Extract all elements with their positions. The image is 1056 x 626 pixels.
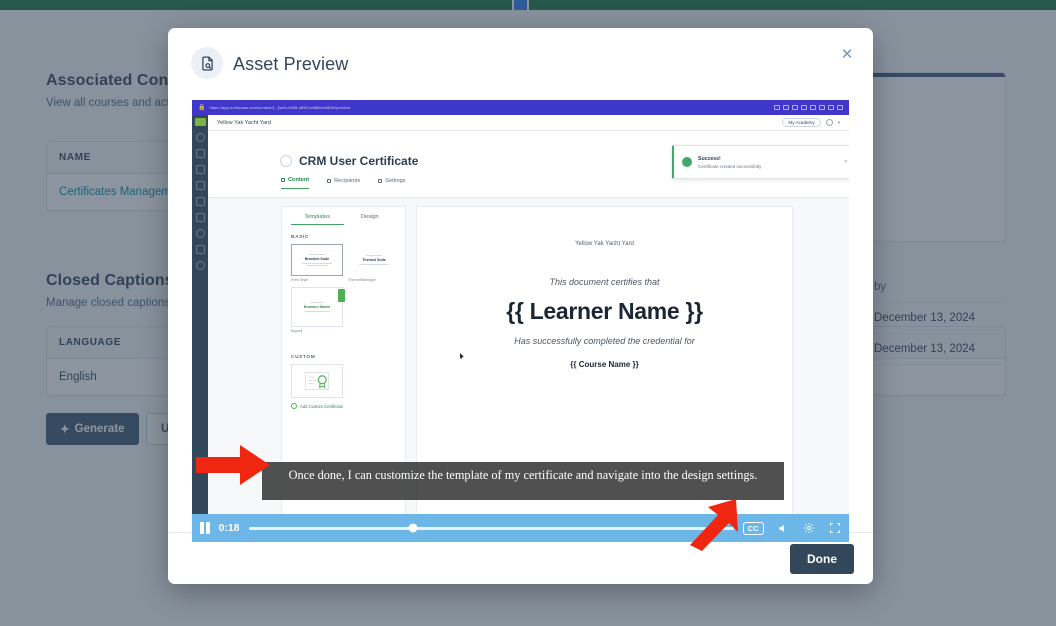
tab-recipients-label: Recipients — [334, 177, 361, 184]
current-time: 0:18 — [218, 522, 240, 534]
check-circle-icon — [682, 157, 692, 167]
progress-scrubber[interactable] — [248, 523, 734, 533]
add-custom-certificate-button[interactable]: Add Custom Certificate — [291, 403, 396, 409]
volume-icon[interactable] — [778, 523, 789, 534]
selected-template-badge — [338, 289, 345, 302]
video-page-title-row: CRM User Certificate — [280, 154, 418, 168]
template-2-name: Themed Suite — [362, 258, 386, 262]
progress-handle[interactable] — [408, 523, 418, 533]
plus-circle-icon — [291, 403, 297, 409]
asset-preview-modal: Asset Preview ✕ 🔒 https://app.northpass.… — [168, 28, 873, 584]
certificate-line-1: This document certifies that — [549, 277, 660, 287]
topnav-right: My Academy ▾ — [782, 118, 840, 127]
tab-settings-label: Settings — [385, 177, 406, 184]
modal-header: Asset Preview ✕ — [168, 28, 873, 104]
template-panel-tabs: Templates Design — [291, 207, 396, 225]
template-card-3[interactable]: Brandon Marks Bignell — [291, 287, 396, 333]
expand-icon — [837, 105, 843, 110]
template-3-caption: Bignell — [291, 329, 303, 333]
tab-recipients[interactable]: Recipients — [327, 177, 360, 189]
my-academy-button[interactable]: My Academy — [782, 118, 821, 127]
reports-icon — [195, 197, 205, 206]
page-title: Asset Preview — [233, 54, 349, 74]
video-app-topnav: Yellow Yak Yacht Yard My Academy ▾ — [208, 115, 849, 131]
search-icon — [195, 133, 205, 142]
lock-icon: 🔒 — [198, 105, 206, 111]
red-arrow-right — [196, 443, 272, 492]
certificate-organization: Yellow Yak Yacht Yard — [575, 241, 634, 247]
template-card-1[interactable]: Branded Suite Free Style — [291, 244, 343, 282]
tab-settings[interactable]: Settings — [378, 177, 405, 189]
video-player[interactable]: 🔒 https://app.northpass.com/content/[...… — [192, 100, 849, 542]
pause-icon[interactable] — [200, 522, 210, 534]
library-icon — [195, 213, 205, 222]
tab-templates[interactable]: Templates — [291, 207, 344, 225]
video-browser-urlbar: 🔒 https://app.northpass.com/content/[...… — [192, 100, 849, 115]
screen: Associated Content View all courses and … — [0, 0, 1056, 626]
template-3-name: Brandon Marks — [303, 305, 331, 309]
document-preview-icon — [191, 47, 223, 79]
add-custom-label: Add Custom Certificate — [300, 403, 344, 409]
close-icon[interactable]: ✕ — [836, 43, 858, 65]
clock-icon — [195, 229, 205, 238]
settings-tab-icon — [378, 178, 383, 183]
edit-icon — [774, 105, 780, 110]
template-thumb-1[interactable]: Branded Suite — [291, 244, 343, 276]
settings-icon — [819, 105, 825, 110]
red-arrow-up-right — [680, 497, 750, 558]
grid-icon — [792, 105, 798, 110]
video-browser-toolbar-icons — [774, 105, 843, 110]
home-icon — [195, 149, 205, 158]
done-button[interactable]: Done — [790, 544, 854, 574]
template-card-2[interactable]: Themed Suite Theme/Manager — [348, 244, 400, 282]
avatar[interactable] — [825, 119, 833, 126]
record-icon — [810, 105, 816, 110]
certificate-icon — [195, 245, 205, 254]
certificate-learner-name: {{ Learner Name }} — [506, 298, 703, 324]
org-name: Yellow Yak Yacht Yard — [217, 119, 271, 126]
bookmark-icon — [783, 105, 789, 110]
template-1-name: Branded Suite — [304, 256, 330, 261]
basic-section-header: BASIC — [291, 235, 309, 240]
tab-content[interactable]: Content — [281, 177, 310, 189]
custom-certificate-icon — [304, 372, 330, 390]
back-icon[interactable] — [280, 155, 292, 167]
recipients-icon — [327, 178, 332, 183]
basic-template-grid: Branded Suite Free Style Themed Suite Th… — [291, 244, 400, 282]
tab-content-label: Content — [288, 177, 310, 183]
certificate-page-title: CRM User Certificate — [299, 154, 419, 168]
toast-title: Success! — [698, 155, 721, 162]
app-logo-icon — [194, 118, 206, 126]
video-control-bar: 0:18 CC — [192, 514, 849, 542]
certificate-course-name: {{ Course Name }} — [570, 360, 639, 369]
custom-section-header: CUSTOM — [291, 355, 316, 360]
chevron-down-icon[interactable]: ▾ — [838, 120, 840, 126]
window-icon — [828, 105, 834, 110]
tab-design[interactable]: Design — [344, 207, 397, 225]
template-1-caption: Free Style — [291, 278, 309, 282]
content-icon — [281, 178, 285, 182]
courses-icon — [195, 181, 205, 190]
template-thumb-2[interactable]: Themed Suite — [348, 244, 400, 276]
video-page-tabs: Content Recipients Settings — [281, 177, 405, 189]
template-thumb-3[interactable]: Brandon Marks — [291, 287, 345, 327]
control-bar-right: CC — [742, 521, 841, 535]
template-2-caption: Theme/Manager — [348, 278, 376, 282]
toast-close-icon[interactable]: ✕ — [844, 159, 848, 165]
save-icon — [801, 105, 807, 110]
gear-icon[interactable] — [803, 522, 815, 534]
certificate-line-2: Has successfully completed the credentia… — [514, 336, 695, 346]
success-toast: Success! Certificate created successfull… — [672, 145, 849, 179]
video-caption-overlay: Once done, I can customize the template … — [262, 462, 784, 500]
custom-template-thumb[interactable] — [291, 364, 343, 398]
people-icon — [195, 165, 205, 174]
fullscreen-icon[interactable] — [829, 522, 841, 534]
toast-text: Success! Certificate created successfull… — [698, 156, 761, 169]
video-url-text: https://app.northpass.com/content/[...]/… — [209, 105, 351, 110]
toast-message: Certificate created successfully — [698, 163, 762, 169]
gear-icon — [195, 261, 205, 270]
